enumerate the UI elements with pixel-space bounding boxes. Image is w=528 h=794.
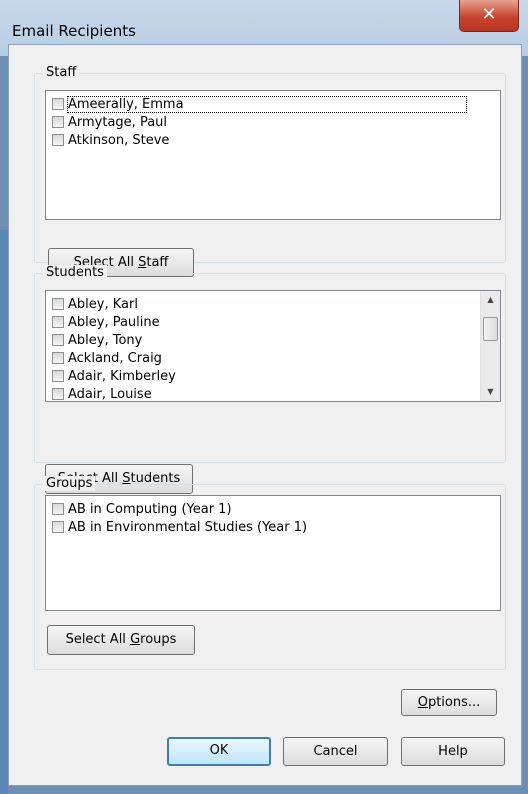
students-list[interactable]: Abley, Karl Abley, Pauline Abley, Tony A… [45,290,501,402]
staff-group-label: Staff [43,65,80,80]
checkbox[interactable] [52,521,64,533]
students-scrollbar[interactable]: ▲ ▼ [480,291,500,401]
staff-item-label: Armytage, Paul [68,114,168,130]
checkbox[interactable] [52,370,64,382]
student-item[interactable]: Adair, Louise [52,385,152,402]
staff-item-label: Ameerally, Emma [67,95,467,113]
student-item-label: Abley, Karl [68,296,138,312]
scroll-thumb[interactable] [483,317,498,341]
checkbox[interactable] [52,334,64,346]
checkbox[interactable] [52,316,64,328]
staff-item[interactable]: Armytage, Paul [52,113,167,131]
groups-group: Groups AB in Computing (Year 1) AB in En… [34,476,506,670]
options-button[interactable]: Options... [401,689,497,716]
cancel-button[interactable]: Cancel [283,737,388,766]
student-item-label: Adair, Kimberley [68,368,176,384]
staff-group: Staff Ameerally, Emma Armytage, Paul Atk… [34,65,506,277]
staff-item[interactable]: Atkinson, Steve [52,131,169,149]
scroll-down-icon[interactable]: ▼ [481,383,500,401]
student-item[interactable]: Abley, Karl [52,295,138,313]
close-icon: ✕ [481,4,497,25]
groups-group-label: Groups [43,476,96,491]
student-item[interactable]: Abley, Pauline [52,313,160,331]
button-text: ptions... [427,695,481,710]
ok-button[interactable]: OK [167,737,271,766]
students-group-label: Students [43,265,107,280]
student-item[interactable]: Abley, Tony [52,331,142,349]
group-item-label: AB in Computing (Year 1) [68,501,232,517]
email-recipients-dialog: Email Recipients ✕ Staff Ameerally, Emma… [0,0,528,794]
button-text: roups [140,632,177,647]
groups-list[interactable]: AB in Computing (Year 1) AB in Environme… [45,495,501,611]
help-button[interactable]: Help [401,737,505,766]
button-text: Select All [65,632,131,647]
scroll-up-icon[interactable]: ▲ [481,291,500,309]
select-all-groups-button[interactable]: Select All Groups [47,625,195,655]
student-item[interactable]: Adair, Kimberley [52,367,176,385]
checkbox[interactable] [52,388,64,400]
button-text: Cancel [313,744,358,759]
group-item[interactable]: AB in Environmental Studies (Year 1) [52,518,307,536]
button-text: taff [146,255,169,270]
accelerator-key: G [130,632,141,647]
student-item-label: Abley, Pauline [68,314,160,330]
student-item-label: Adair, Louise [68,386,152,402]
button-text: Help [438,744,468,759]
group-item[interactable]: AB in Computing (Year 1) [52,500,232,518]
checkbox[interactable] [52,352,64,364]
close-button[interactable]: ✕ [459,0,519,32]
staff-item[interactable]: Ameerally, Emma [52,95,467,113]
accelerator-key: O [417,695,428,710]
staff-item-label: Atkinson, Steve [68,132,170,148]
checkbox[interactable] [52,503,64,515]
group-item-label: AB in Environmental Studies (Year 1) [68,519,308,535]
students-group: Students Abley, Karl Abley, Pauline Able… [34,265,506,494]
student-item[interactable]: Ackland, Craig [52,349,162,367]
window-title: Email Recipients [12,22,136,40]
button-text: OK [209,743,229,758]
checkbox[interactable] [52,134,64,146]
checkbox[interactable] [52,116,64,128]
dialog-body: Staff Ameerally, Emma Armytage, Paul Atk… [8,44,522,786]
checkbox[interactable] [52,98,64,110]
window-edge [0,230,8,794]
student-item-label: Ackland, Craig [68,350,162,366]
student-item-label: Abley, Tony [68,332,143,348]
staff-list[interactable]: Ameerally, Emma Armytage, Paul Atkinson,… [45,90,501,220]
checkbox[interactable] [52,298,64,310]
